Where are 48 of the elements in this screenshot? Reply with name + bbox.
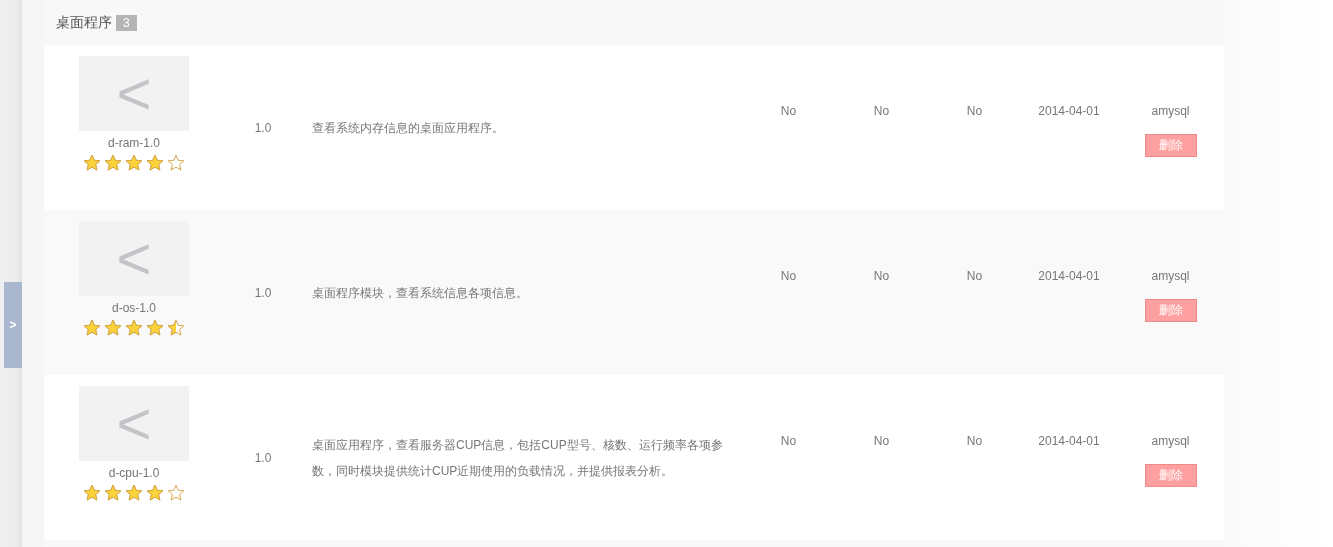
section-title: 桌面程序: [56, 13, 112, 32]
delete-button[interactable]: 删除: [1144, 134, 1197, 157]
star-icon: [83, 319, 101, 337]
description-text: 桌面应用程序，查看服务器CUP信息，包括CUP型号、核数、运行频率各项参数，同时模块提供统计CUP近期使用的负载情况，并提供报表分析。: [312, 436, 724, 480]
app-name: d-cpu-1.0: [108, 466, 160, 480]
star-icon: [83, 154, 101, 172]
author-text: amysql: [1151, 104, 1190, 118]
table-cell: No: [873, 434, 890, 448]
star-icon: [104, 319, 122, 337]
star-icon: [125, 484, 143, 502]
table-cell: No: [873, 104, 890, 118]
delete-button[interactable]: 删除: [1144, 464, 1197, 487]
date-text: 2014-04-01: [1038, 104, 1100, 118]
date-text: 2014-04-01: [1038, 269, 1100, 283]
star-icon: [104, 484, 122, 502]
delete-button[interactable]: 删除: [1144, 299, 1197, 322]
star-icon: [167, 319, 185, 337]
version-text: 1.0: [254, 285, 272, 300]
author-text: amysql: [1151, 434, 1190, 448]
version-text: 1.0: [254, 120, 272, 135]
app-name: d-ram-1.0: [108, 136, 160, 150]
sidebar-toggle[interactable]: >: [4, 282, 22, 368]
star-icon: [146, 154, 164, 172]
star-icon: [146, 484, 164, 502]
star-icon: [104, 154, 122, 172]
description-text: 桌面程序模块，查看系统信息各项信息。: [312, 284, 528, 302]
table-cell: No: [780, 104, 797, 118]
left-chevron-glyph: <: [116, 63, 152, 124]
star-icon: [146, 319, 164, 337]
table-cell: No: [780, 269, 797, 283]
description-text: 查看系统内存信息的桌面应用程序。: [312, 119, 504, 137]
star-icon: [167, 154, 185, 172]
table-cell: No: [873, 269, 890, 283]
star-icon: [125, 154, 143, 172]
author-text: amysql: [1151, 269, 1190, 283]
star-icon: [125, 319, 143, 337]
left-chevron-glyph: <: [116, 228, 152, 289]
version-text: 1.0: [254, 450, 272, 465]
star-icon: [83, 484, 101, 502]
date-text: 2014-04-01: [1038, 434, 1100, 448]
star-icon: [167, 484, 185, 502]
count-badge: 3: [116, 14, 137, 31]
table-cell: No: [966, 104, 983, 118]
table-cell: No: [966, 269, 983, 283]
table-cell: No: [966, 434, 983, 448]
app-name: d-os-1.0: [112, 301, 156, 315]
table-cell: No: [780, 434, 797, 448]
left-chevron-glyph: <: [116, 393, 152, 454]
